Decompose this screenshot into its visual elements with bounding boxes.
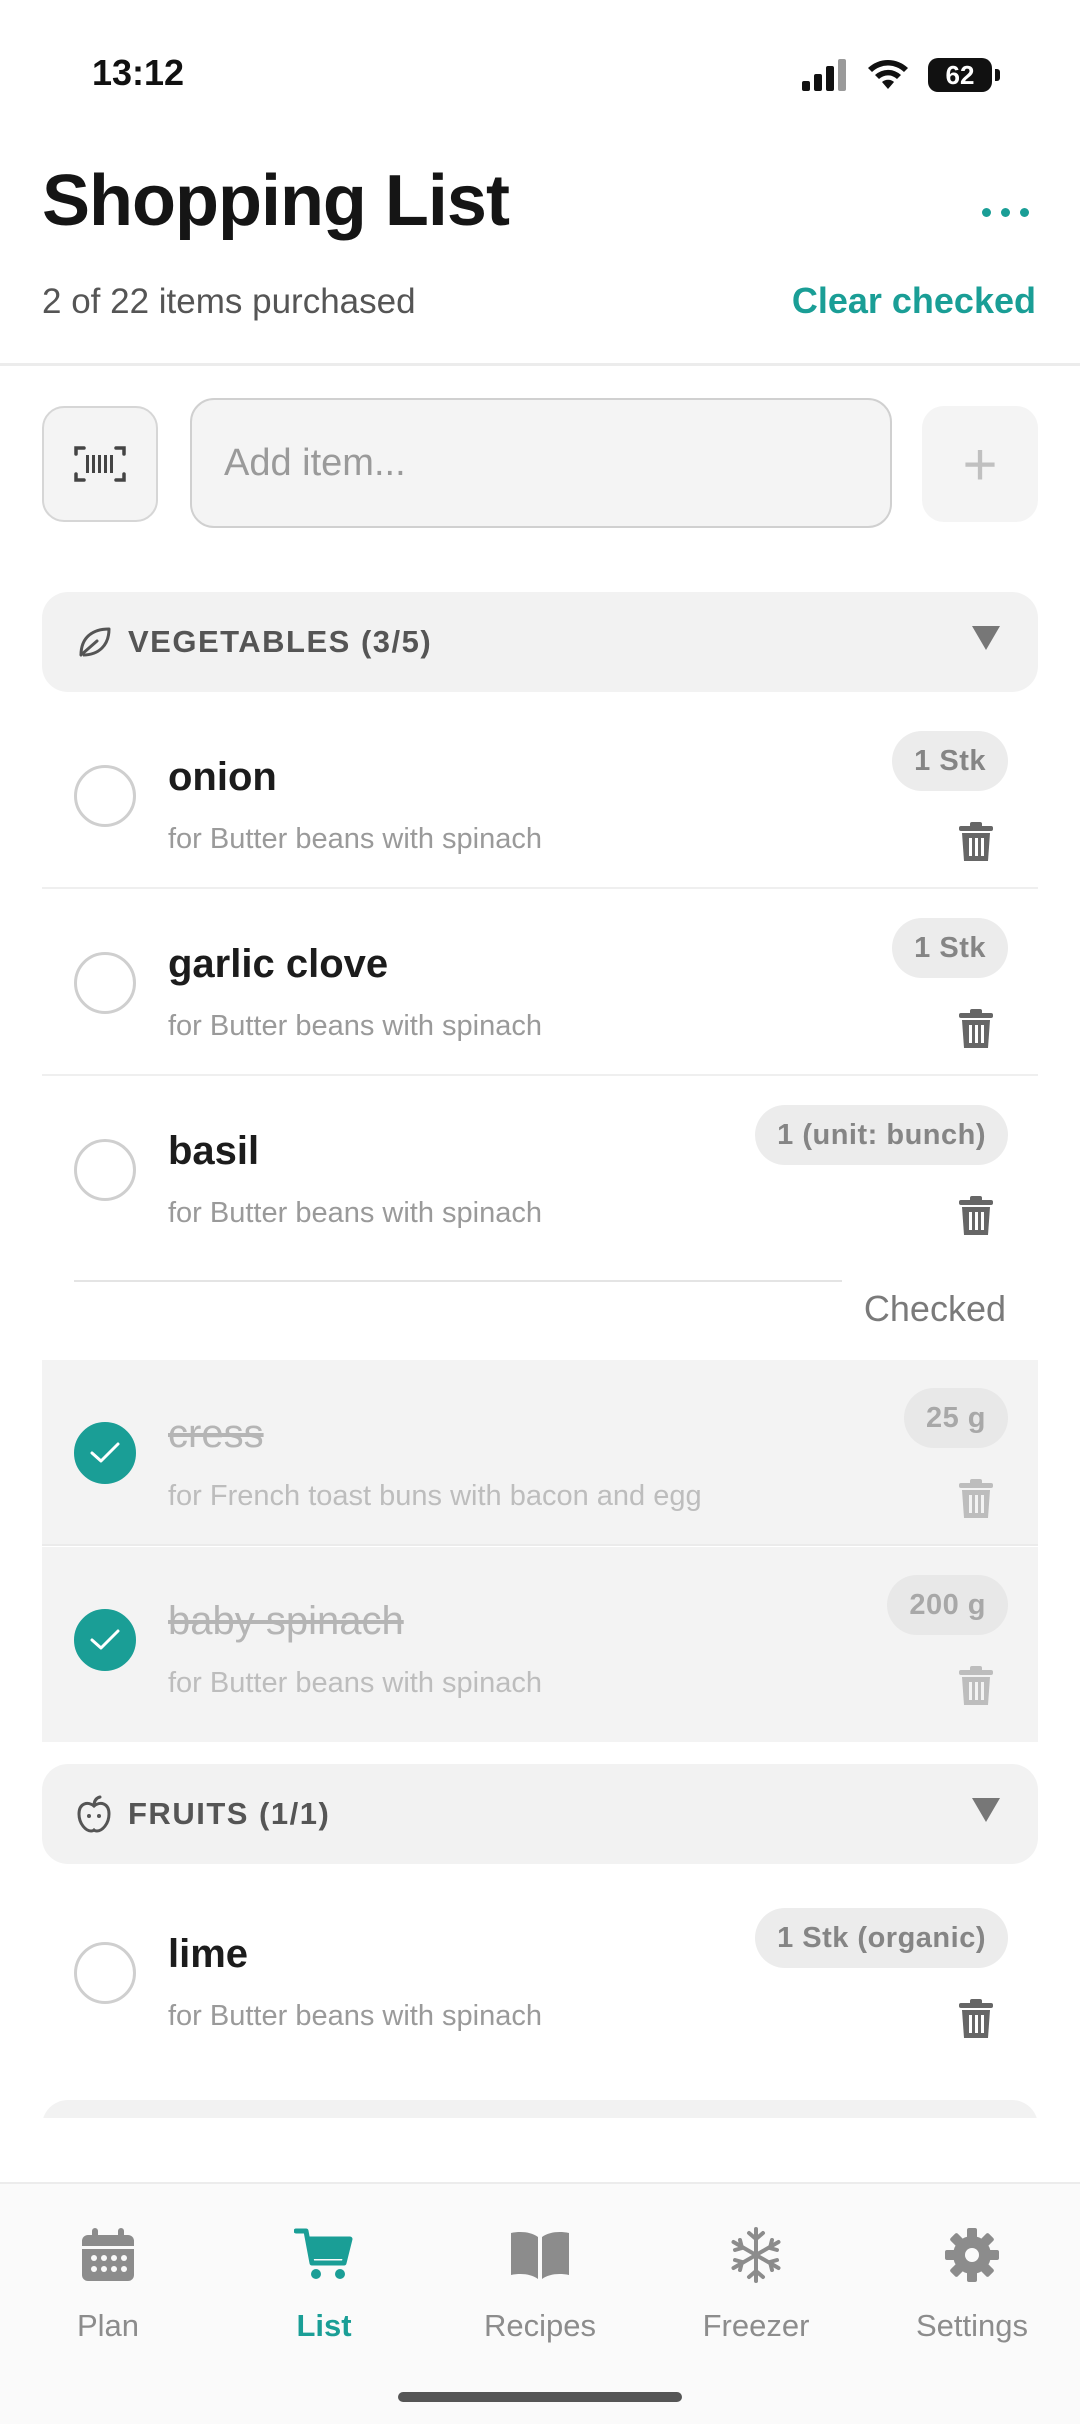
item-note: for Butter beans with spinach [168, 1197, 542, 1229]
quantity-badge[interactable]: 1 Stk [892, 731, 1008, 791]
quantity-badge[interactable]: 1 Stk (organic) [755, 1908, 1008, 1968]
checkmark-icon [90, 1442, 120, 1463]
nav-label: Recipes [484, 2308, 596, 2343]
scroll-edge [0, 2118, 1080, 2184]
book-icon [509, 2224, 571, 2286]
signal-icon [802, 59, 846, 91]
trash-icon[interactable] [958, 1478, 994, 1520]
battery-indicator: 62 [928, 58, 1000, 92]
item-checkbox[interactable] [74, 765, 136, 827]
status-time: 13:12 [92, 52, 185, 93]
item-note: for Butter beans with spinach [168, 1667, 542, 1699]
status-icons: 62 [802, 58, 1000, 92]
list-item[interactable]: basil for Butter beans with spinach 1 (u… [42, 1077, 1038, 1263]
item-note: for Butter beans with spinach [168, 2000, 542, 2032]
quantity-badge[interactable]: 25 g [903, 1388, 1008, 1448]
nav-item-plan[interactable]: Plan [0, 2224, 216, 2344]
quantity-badge[interactable]: 1 (unit: bunch) [755, 1105, 1008, 1165]
add-item-button[interactable]: + [922, 406, 1038, 522]
barcode-scan-button[interactable] [42, 406, 158, 522]
item-note: for Butter beans with spinach [168, 823, 542, 855]
calendar-icon [77, 2224, 139, 2286]
item-name: cress [168, 1412, 264, 1456]
nav-item-recipes[interactable]: Recipes [432, 2224, 648, 2344]
nav-item-freezer[interactable]: Freezer [648, 2224, 864, 2344]
nav-item-list[interactable]: List [216, 2224, 432, 2344]
quantity-badge[interactable]: 200 g [887, 1575, 1008, 1635]
snowflake-icon [725, 2224, 787, 2286]
more-options-button[interactable] [970, 192, 1040, 232]
nav-item-settings[interactable]: Settings [864, 2224, 1080, 2344]
item-note: for French toast buns with bacon and egg [168, 1480, 702, 1512]
barcode-icon [74, 446, 126, 482]
trash-icon[interactable] [958, 821, 994, 863]
item-name: garlic clove [168, 942, 389, 986]
page-header: Shopping List 2 of 22 items purchased Cl… [0, 150, 1080, 366]
checked-divider [74, 1280, 842, 1282]
nav-label: Freezer [702, 2308, 810, 2343]
item-checkbox[interactable] [74, 1942, 136, 2004]
quantity-badge[interactable]: 1 Stk [892, 918, 1008, 978]
list-item[interactable]: lime for Butter beans with spinach 1 Stk… [42, 1880, 1038, 2066]
gear-icon [941, 2224, 1003, 2286]
list-item-checked[interactable]: baby spinach for Butter beans with spina… [42, 1547, 1038, 1742]
category-header-fruits[interactable]: FRUITS (1/1) [42, 1764, 1038, 1864]
clear-checked-button[interactable]: Clear checked [792, 280, 1036, 322]
more-dot-icon [1019, 207, 1029, 217]
item-note: for Butter beans with spinach [168, 1010, 542, 1042]
nav-label: Settings [915, 2308, 1028, 2343]
purchase-progress-text: 2 of 22 items purchased [42, 282, 416, 321]
item-name: baby spinach [168, 1599, 404, 1643]
chevron-down-icon[interactable] [972, 626, 1000, 650]
category-label: FRUITS (1/1) [128, 1796, 331, 1831]
cart-icon [293, 2224, 355, 2286]
wifi-icon [868, 60, 908, 89]
checkmark-icon [90, 1629, 120, 1650]
more-dot-icon [981, 207, 991, 217]
item-name: lime [168, 1932, 249, 1976]
trash-icon[interactable] [958, 1998, 994, 2040]
chevron-down-icon[interactable] [972, 1798, 1000, 1822]
add-item-row: + [42, 398, 1038, 530]
list-item-checked[interactable]: cress for French toast buns with bacon a… [42, 1360, 1038, 1546]
item-checkbox-checked[interactable] [74, 1609, 136, 1671]
item-name: onion [168, 755, 277, 799]
category-label: VEGETABLES (3/5) [128, 624, 433, 659]
bottom-navigation: Plan List Recipes Freezer Settings [0, 2182, 1080, 2424]
checked-section-label: Checked [863, 1288, 1006, 1329]
apple-icon [74, 1794, 114, 1834]
status-bar: 13:12 62 [0, 0, 1080, 150]
item-name: basil [168, 1129, 260, 1173]
list-item[interactable]: garlic clove for Butter beans with spina… [42, 890, 1038, 1076]
item-checkbox[interactable] [74, 1139, 136, 1201]
more-dot-icon [1000, 207, 1010, 217]
home-indicator[interactable] [398, 2392, 682, 2402]
trash-icon[interactable] [958, 1665, 994, 1707]
leaf-icon [74, 622, 114, 662]
item-checkbox[interactable] [74, 952, 136, 1014]
category-header-vegetables[interactable]: VEGETABLES (3/5) [42, 592, 1038, 692]
item-checkbox-checked[interactable] [74, 1422, 136, 1484]
list-item[interactable]: onion for Butter beans with spinach 1 St… [42, 703, 1038, 889]
trash-icon[interactable] [958, 1008, 994, 1050]
trash-icon[interactable] [958, 1195, 994, 1237]
page-title: Shopping List [42, 161, 510, 241]
nav-label: Plan [76, 2308, 140, 2343]
nav-label: List [296, 2308, 352, 2343]
add-item-input[interactable] [190, 398, 892, 528]
